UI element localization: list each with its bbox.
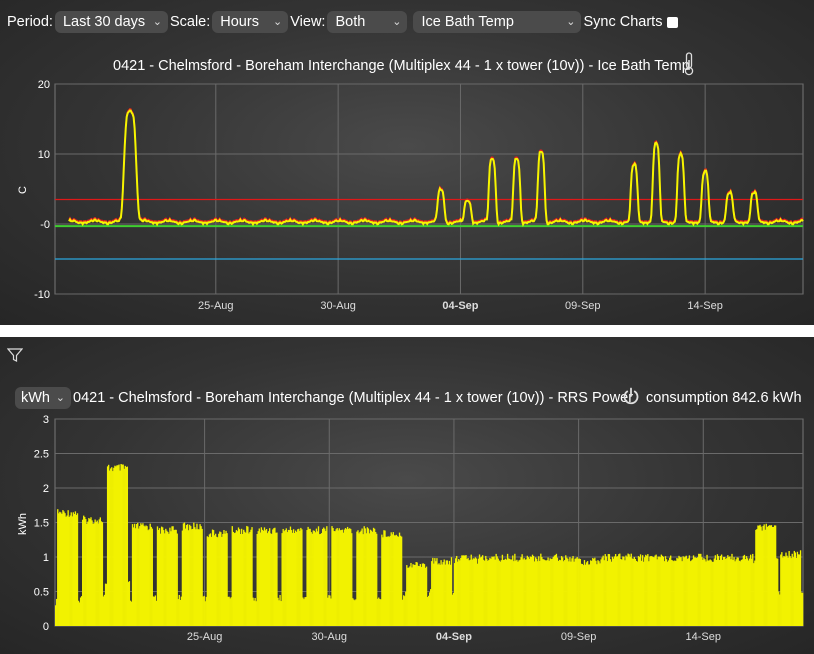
y-tick-label: -10 <box>34 289 50 301</box>
y-tick-label: 2 <box>43 483 49 495</box>
y-axis-label: C <box>17 186 29 194</box>
x-tick-label: 04-Sep <box>442 300 478 312</box>
series-line-red-edge <box>68 108 804 225</box>
x-tick-label: 04-Sep <box>436 631 472 643</box>
x-tick-label: 14-Sep <box>687 300 722 312</box>
x-tick-label: 09-Sep <box>565 300 600 312</box>
y-tick-label: 1 <box>43 552 49 564</box>
x-tick-label: 14-Sep <box>686 631 721 643</box>
power-chart: 3 2.5 2 1.5 1 0.5 0 25-Aug 30-Aug 04-Sep 09-Sep 14… <box>17 414 804 643</box>
temperature-chart: 20 10 -0 -10 25-Aug 30-Aug 04-Sep 09-Sep 14-Sep… <box>17 79 804 312</box>
y-tick-label: 0.5 <box>34 587 49 599</box>
y-tick-label: 3 <box>43 414 49 426</box>
y-tick-label: 20 <box>38 79 50 91</box>
y-tick-label: 10 <box>38 149 50 161</box>
power-chart-panel: kWh ⌄ 0421 - Chelmsford - Boreham Interc… <box>0 337 814 654</box>
x-tick-label: 30-Aug <box>312 631 347 643</box>
y-axis-label: kWh <box>17 513 29 535</box>
x-tick-label: 09-Sep <box>561 631 596 643</box>
series-line-temperature <box>68 109 804 227</box>
temperature-chart-panel: Period: Last 30 days ⌄ Scale: Hours ⌄ Vi… <box>0 0 814 325</box>
x-tick-label: 25-Aug <box>198 300 233 312</box>
x-tick-label: 30-Aug <box>320 300 355 312</box>
bar <box>801 592 804 626</box>
y-tick-label: -0 <box>40 219 50 231</box>
y-tick-label: 0 <box>43 621 49 633</box>
y-tick-label: 2.5 <box>34 449 49 461</box>
y-tick-label: 1.5 <box>34 518 49 530</box>
x-tick-label: 25-Aug <box>187 631 222 643</box>
plot-frame <box>54 83 804 295</box>
